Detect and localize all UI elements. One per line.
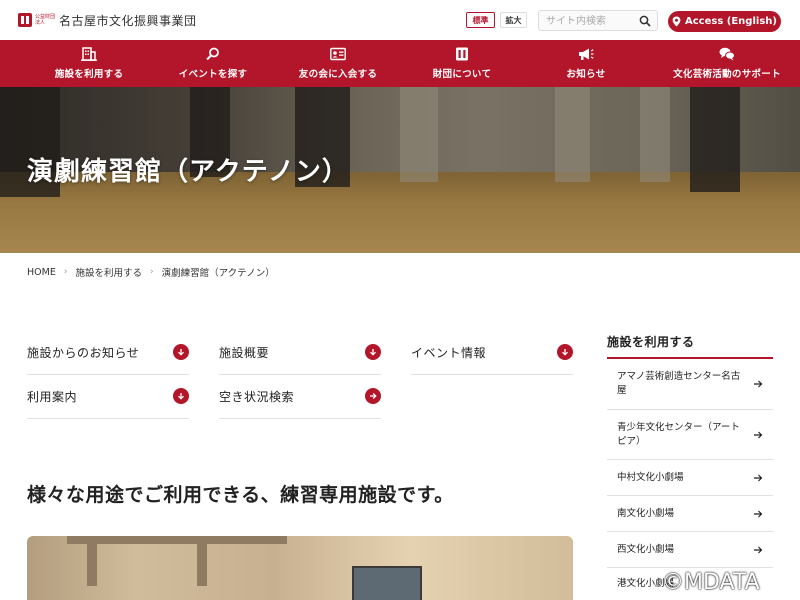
logo-text: 名古屋市文化振興事業団 [59,13,197,28]
nav-item-events[interactable]: イベントを探す [178,40,248,87]
search-icon [206,47,219,61]
photo-beam [67,536,287,544]
sidebar-title: 施設を利用する [607,335,695,349]
sidebar-item-amano[interactable]: アマノ芸術創造センター名古屋 [607,359,773,410]
site-logo[interactable]: 公益財団法人 名古屋市文化振興事業団 [18,11,197,29]
access-english-label: Access (English) [685,16,777,27]
arrow-down-circle-icon [173,388,189,404]
section-link-overview[interactable]: 施設概要 [219,330,381,375]
chat-bubbles-icon [719,47,735,61]
sidebar-item-label: 南文化小劇場 [617,507,675,519]
nav-item-news[interactable]: お知らせ [518,40,654,87]
nav-label: 文化芸術活動のサポート [673,69,781,80]
foundation-logo-icon [456,47,468,61]
sidebar-item-nakamura[interactable]: 中村文化小劇場 [607,460,773,496]
nav-label: 友の会に入会する [298,69,378,80]
sidebar-item-label: 西文化小劇場 [617,543,675,555]
section-link-label: イベント情報 [411,345,487,360]
logo-subtitle: 公益財団法人 [35,14,56,26]
photo-window [352,566,422,600]
megaphone-icon [579,48,594,60]
nav-label: 施設を利用する [54,69,124,80]
sidebar-item-label: 中村文化小劇場 [617,471,684,483]
nav-item-art-support[interactable]: 文化芸術活動のサポート [654,40,800,87]
photo-pipe [197,536,207,586]
search-input[interactable] [546,13,641,29]
foundation-logo-icon [18,13,32,27]
sidebar-item-nishi[interactable]: 西文化小劇場 [607,532,773,568]
section-link-availability[interactable]: 空き状況検索 [219,374,381,419]
section-link-label: 空き状況検索 [219,389,295,404]
nav-label: お知らせ [566,69,606,80]
section-link-events[interactable]: イベント情報 [411,330,573,375]
arrow-down-circle-icon [557,344,573,360]
section-link-label: 利用案内 [27,389,78,404]
breadcrumb-current: 演劇練習館（アクテノン） [161,268,275,279]
hero-banner: 演劇練習館（アクテノン） [0,87,800,253]
sidebar-item-minami[interactable]: 南文化小劇場 [607,496,773,532]
nav-label: イベントを探す [178,69,248,80]
section-link-notices[interactable]: 施設からのお知らせ [27,330,189,375]
section-link-label: 施設からのお知らせ [27,345,140,360]
location-pin-icon [672,16,681,27]
arrow-down-circle-icon [365,344,381,360]
arrow-right-icon [754,510,763,517]
chevron-right-icon: › [149,267,154,277]
section-link-usage-guide[interactable]: 利用案内 [27,374,189,419]
font-size-large-button[interactable]: 拡大 [500,12,527,28]
intro-headline: 様々な用途でご利用できる、練習専用施設です。 [27,484,454,506]
nav-item-facilities[interactable]: 施設を利用する [0,40,178,87]
arrow-right-icon [754,474,763,481]
photo-pipe [87,536,97,586]
member-card-icon [330,47,346,61]
breadcrumb-facilities[interactable]: 施設を利用する [75,265,142,279]
arrow-down-circle-icon [173,344,189,360]
section-link-label: 施設概要 [219,345,270,360]
access-english-button[interactable]: Access (English) [668,11,781,32]
chevron-right-icon: › [63,267,68,277]
watermark: ©MDATA [662,570,760,595]
page-title: 演劇練習館（アクテノン） [27,157,349,187]
nav-label: 財団について [432,69,492,80]
font-size-standard-button[interactable]: 標準 [466,12,495,28]
sidebar-item-label: アマノ芸術創造センター名古屋 [617,371,741,396]
sidebar-item-artpia[interactable]: 青少年文化センター（アートピア） [607,410,773,460]
building-icon [81,47,97,61]
site-search [538,10,658,31]
breadcrumb: HOME › 施設を利用する › 演劇練習館（アクテノン） [27,265,275,280]
breadcrumb-home[interactable]: HOME [27,267,56,278]
search-icon[interactable] [639,15,651,27]
arrow-right-icon [754,380,763,388]
nav-item-about[interactable]: 財団について [406,40,518,87]
site-header: 公益財団法人 名古屋市文化振興事業団 標準 拡大 Access (English… [0,0,800,40]
arrow-right-icon [754,431,763,438]
sidebar-item-label: 青少年文化センター（アートピア） [617,421,740,447]
arrow-right-circle-icon [365,388,381,404]
facility-photo [27,536,573,600]
arrow-right-icon [754,546,763,553]
global-nav: 施設を利用する イベントを探す 友の会に入会する 財団について お知らせ 文化芸… [0,40,800,87]
nav-item-friends-club[interactable]: 友の会に入会する [270,40,406,87]
